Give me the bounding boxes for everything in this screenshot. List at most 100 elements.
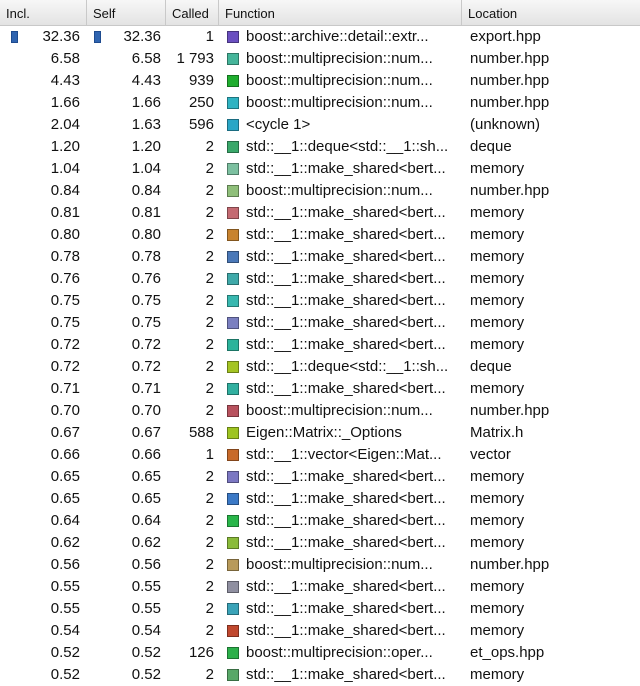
table-row[interactable]: 1.04 1.04 2 std::__1::make_shared<bert... me…: [0, 158, 640, 180]
table-row[interactable]: 0.55 0.55 2 std::__1::make_shared<bert... me…: [0, 598, 640, 620]
function-cell: std::__1::vector<Eigen::Mat...: [246, 446, 442, 463]
incl-cell: 0.78: [50, 248, 80, 265]
function-cell: std::__1::make_shared<bert...: [246, 248, 446, 265]
called-cell: 250: [188, 94, 214, 111]
table-row[interactable]: 0.81 0.81 2 std::__1::make_shared<bert... me…: [0, 202, 640, 224]
table-row[interactable]: 0.84 0.84 2 boost::multiprecision::num... nu…: [0, 180, 640, 202]
self-cell: 0.52: [131, 644, 161, 661]
table-row[interactable]: 0.65 0.65 2 std::__1::make_shared<bert... me…: [0, 466, 640, 488]
called-cell: 2: [205, 314, 214, 331]
function-color-swatch: [227, 537, 239, 549]
called-cell: 2: [205, 292, 214, 309]
table-row[interactable]: 0.78 0.78 2 std::__1::make_shared<bert... me…: [0, 246, 640, 268]
called-cell: 1: [205, 28, 214, 45]
function-cell: std::__1::make_shared<bert...: [246, 204, 446, 221]
function-cell: std::__1::deque<std::__1::sh...: [246, 138, 449, 155]
location-cell: memory: [470, 534, 525, 551]
table-row[interactable]: 4.43 4.43 939 boost::multiprecision::num...…: [0, 70, 640, 92]
table-row[interactable]: 0.76 0.76 2 std::__1::make_shared<bert... me…: [0, 268, 640, 290]
column-location[interactable]: Location: [462, 0, 640, 25]
called-cell: 126: [188, 644, 214, 661]
incl-cell: 0.64: [50, 512, 80, 529]
table-row[interactable]: 0.52 0.52 2 std::__1::make_shared<bert... me…: [0, 664, 640, 686]
table-row[interactable]: 2.04 1.63 596 <cycle 1> (unknown): [0, 114, 640, 136]
function-color-swatch: [227, 141, 239, 153]
incl-cell: 0.84: [50, 182, 80, 199]
table-row[interactable]: 0.52 0.52 126 boost::multiprecision::oper..…: [0, 642, 640, 664]
self-cell: 0.80: [131, 226, 161, 243]
table-row[interactable]: 6.58 6.58 1 793 boost::multiprecision::num.…: [0, 48, 640, 70]
column-self[interactable]: Self: [87, 0, 166, 25]
self-cell: 0.65: [131, 490, 161, 507]
self-cell: 0.56: [131, 556, 161, 573]
incl-cell: 0.75: [50, 292, 80, 309]
function-color-swatch: [227, 163, 239, 175]
table-row[interactable]: 0.64 0.64 2 std::__1::make_shared<bert... me…: [0, 510, 640, 532]
self-cell: 0.71: [131, 380, 161, 397]
table-row[interactable]: 0.71 0.71 2 std::__1::make_shared<bert... me…: [0, 378, 640, 400]
column-incl[interactable]: Incl.: [0, 0, 87, 25]
incl-cell: 32.36: [42, 28, 80, 45]
function-cell: std::__1::make_shared<bert...: [246, 336, 446, 353]
called-cell: 2: [205, 512, 214, 529]
table-row[interactable]: 0.66 0.66 1 std::__1::vector<Eigen::Mat... v…: [0, 444, 640, 466]
location-cell: vector: [470, 446, 511, 463]
location-cell: memory: [470, 248, 525, 265]
table-row[interactable]: 1.20 1.20 2 std::__1::deque<std::__1::sh...…: [0, 136, 640, 158]
incl-cell: 4.43: [50, 72, 80, 89]
called-cell: 2: [205, 600, 214, 617]
incl-cell: 6.58: [50, 50, 80, 67]
table-row[interactable]: 0.75 0.75 2 std::__1::make_shared<bert... me…: [0, 290, 640, 312]
function-cell: <cycle 1>: [246, 116, 311, 133]
column-function[interactable]: Function: [219, 0, 462, 25]
table-row[interactable]: 32.36 32.36 1 boost::archive::detail::extr.…: [0, 26, 640, 48]
table-row[interactable]: 1.66 1.66 250 boost::multiprecision::num...…: [0, 92, 640, 114]
table-row[interactable]: 0.80 0.80 2 std::__1::make_shared<bert... me…: [0, 224, 640, 246]
called-cell: 2: [205, 578, 214, 595]
self-cell: 0.81: [131, 204, 161, 221]
table-row[interactable]: 0.70 0.70 2 boost::multiprecision::num... nu…: [0, 400, 640, 422]
function-color-swatch: [227, 559, 239, 571]
table-row[interactable]: 0.67 0.67 588 Eigen::Matrix::_Options Matrix…: [0, 422, 640, 444]
location-cell: export.hpp: [470, 28, 541, 45]
table-row[interactable]: 0.55 0.55 2 std::__1::make_shared<bert... me…: [0, 576, 640, 598]
called-cell: 2: [205, 666, 214, 683]
location-cell: deque: [470, 138, 512, 155]
table-row[interactable]: 0.54 0.54 2 std::__1::make_shared<bert... me…: [0, 620, 640, 642]
called-cell: 2: [205, 336, 214, 353]
called-cell: 596: [188, 116, 214, 133]
function-cell: std::__1::make_shared<bert...: [246, 380, 446, 397]
self-cell: 0.55: [131, 600, 161, 617]
table-row[interactable]: 0.65 0.65 2 std::__1::make_shared<bert... me…: [0, 488, 640, 510]
function-color-swatch: [227, 229, 239, 241]
incl-cell: 0.70: [50, 402, 80, 419]
location-cell: memory: [470, 160, 525, 177]
function-color-swatch: [227, 383, 239, 395]
incl-cell: 1.20: [50, 138, 80, 155]
called-cell: 2: [205, 270, 214, 287]
location-cell: memory: [470, 204, 525, 221]
called-cell: 2: [205, 182, 214, 199]
called-cell: 2: [205, 622, 214, 639]
column-called[interactable]: Called: [166, 0, 219, 25]
incl-cell: 0.72: [50, 336, 80, 353]
location-cell: memory: [470, 578, 525, 595]
self-cell: 0.62: [131, 534, 161, 551]
called-cell: 2: [205, 226, 214, 243]
table-row[interactable]: 0.62 0.62 2 std::__1::make_shared<bert... me…: [0, 532, 640, 554]
incl-cell: 0.55: [50, 578, 80, 595]
function-cell: std::__1::make_shared<bert...: [246, 490, 446, 507]
function-color-swatch: [227, 493, 239, 505]
location-cell: number.hpp: [470, 50, 550, 67]
self-cell: 0.64: [131, 512, 161, 529]
table-row[interactable]: 0.72 0.72 2 std::__1::make_shared<bert... me…: [0, 334, 640, 356]
table-row[interactable]: 0.75 0.75 2 std::__1::make_shared<bert... me…: [0, 312, 640, 334]
table-row[interactable]: 0.72 0.72 2 std::__1::deque<std::__1::sh...…: [0, 356, 640, 378]
self-cell: 4.43: [131, 72, 161, 89]
table-row[interactable]: 0.56 0.56 2 boost::multiprecision::num... nu…: [0, 554, 640, 576]
location-cell: number.hpp: [470, 402, 550, 419]
function-color-swatch: [227, 339, 239, 351]
location-cell: deque: [470, 358, 512, 375]
column-header: Incl. Self Called Function Location: [0, 0, 640, 26]
function-cell: boost::multiprecision::num...: [246, 94, 433, 111]
